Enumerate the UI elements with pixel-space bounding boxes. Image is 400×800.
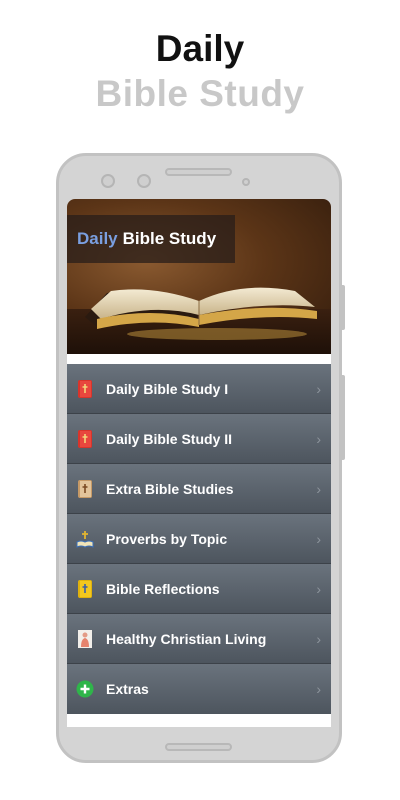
red-bible-icon [76,378,94,400]
main-menu: Daily Bible Study I › Daily Bible Study … [67,364,331,714]
menu-item-proverbs-by-topic[interactable]: Proverbs by Topic › [67,514,331,564]
banner-title-bible-study: Bible Study [122,229,217,248]
chevron-right-icon: › [316,580,321,597]
menu-item-daily-bible-study-2[interactable]: Daily Bible Study II › [67,414,331,464]
banner-title-daily: Daily [77,229,118,248]
promo-title: Daily [155,28,245,69]
chevron-right-icon: › [316,430,321,447]
banner-title: Daily Bible Study [67,215,235,263]
menu-item-label: Daily Bible Study I [106,380,229,397]
menu-item-extras[interactable]: Extras › [67,664,331,714]
menu-item-label: Daily Bible Study II [106,430,233,447]
front-camera-icon [101,174,115,188]
header-banner: Daily Bible Study [67,199,331,354]
light-sensor-icon [242,178,250,186]
praying-figure-icon [76,628,94,650]
phone-volume-button [341,375,345,460]
chevron-right-icon: › [316,480,321,497]
green-plus-icon [76,678,94,700]
phone-speaker [165,168,232,176]
phone-bottom-speaker [165,743,232,751]
chevron-right-icon: › [316,630,321,647]
chevron-right-icon: › [316,380,321,397]
menu-item-daily-bible-study-1[interactable]: Daily Bible Study I › [67,364,331,414]
chevron-right-icon: › [316,530,321,547]
open-book-cross-icon [76,528,94,550]
phone-side-button [341,285,345,330]
tan-bible-icon [76,478,94,500]
app-screen: Daily Bible Study Daily Bible Study I › … [67,199,331,727]
yellow-bible-icon [76,578,94,600]
sensor-icon [137,174,151,188]
menu-item-label: Extras [106,681,149,697]
menu-item-label: Proverbs by Topic [106,530,228,547]
menu-item-extra-bible-studies[interactable]: Extra Bible Studies › [67,464,331,514]
menu-item-label: Bible Reflections [106,580,220,597]
menu-item-bible-reflections[interactable]: Bible Reflections › [67,564,331,614]
menu-item-label: Healthy Christian Living [106,630,267,647]
menu-item-label: Extra Bible Studies [106,480,234,497]
red-bible-icon [76,428,94,450]
screen-bottom-padding [67,717,331,727]
menu-item-healthy-christian-living[interactable]: Healthy Christian Living › [67,614,331,664]
chevron-right-icon: › [316,681,321,697]
promo-subtitle: Bible Study [95,73,305,114]
